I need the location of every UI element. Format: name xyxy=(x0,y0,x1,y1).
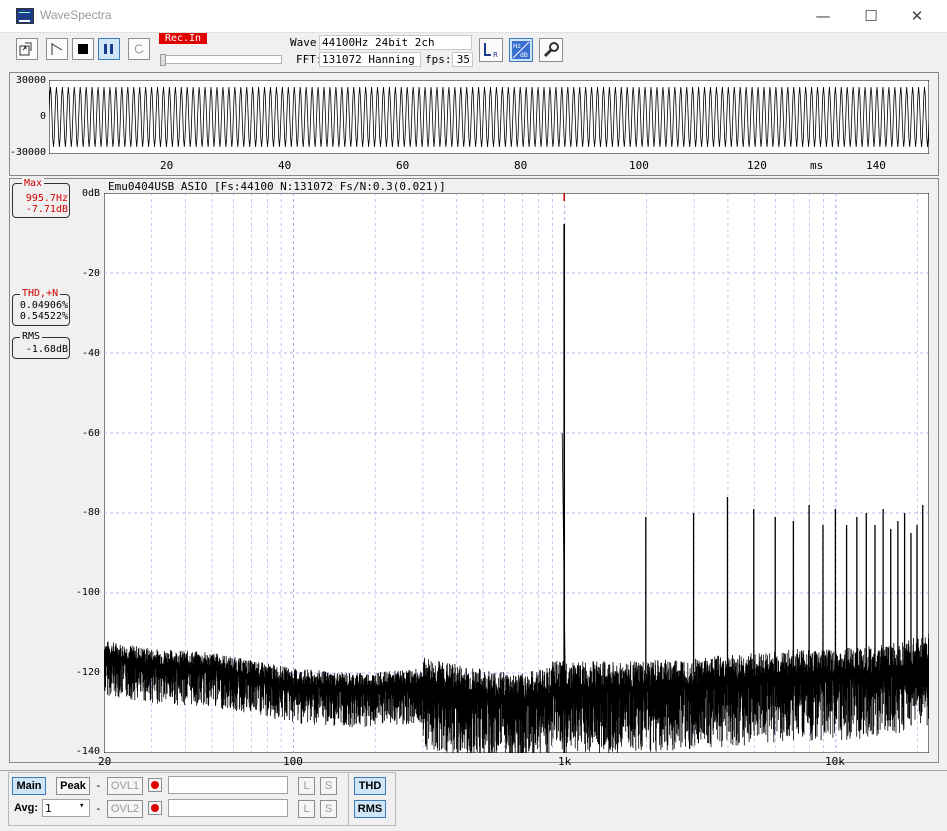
spectrum-y-label: 0dB xyxy=(81,188,100,199)
dash-separator: - xyxy=(95,779,102,792)
svg-text:dB: dB xyxy=(520,52,528,59)
record-pause-button[interactable] xyxy=(98,38,120,60)
spectrum-x-label: 100 xyxy=(283,755,303,768)
wave-y-label: 0 xyxy=(39,111,46,122)
avg-label: Avg: xyxy=(14,802,39,814)
waveform-plot xyxy=(49,80,929,154)
ovl2-name-field[interactable] xyxy=(168,799,288,817)
stop-button[interactable] xyxy=(72,38,94,60)
max-title: Max xyxy=(22,178,45,189)
wave-x-label: 60 xyxy=(396,159,410,172)
loop-icon xyxy=(134,44,144,54)
fft-settings-field: 131072 Hanning xyxy=(319,52,421,67)
wave-y-label: -30000 xyxy=(9,147,46,158)
wave-x-label: 40 xyxy=(278,159,292,172)
app-icon[interactable] xyxy=(16,8,34,24)
spectrum-y-label: -120 xyxy=(75,667,100,678)
maximize-button[interactable]: ☐ xyxy=(848,0,894,32)
ovl2-button[interactable]: OVL2 xyxy=(107,800,143,818)
rec-in-badge: Rec.In xyxy=(159,33,207,44)
peak-button[interactable]: Peak xyxy=(56,777,90,795)
avg-select[interactable]: 1 ▾ xyxy=(42,799,90,817)
ovl1-button[interactable]: OVL1 xyxy=(107,777,143,795)
lr-channel-button[interactable]: R xyxy=(479,38,503,62)
title-bar: WaveSpectra — ☐ ✕ xyxy=(0,0,947,33)
spectrum-y-label: -40 xyxy=(81,348,100,359)
spectrum-x-label: 1k xyxy=(558,755,572,768)
wave-x-label: 140 xyxy=(866,159,886,172)
dash-separator: - xyxy=(95,802,102,815)
rms-title: RMS xyxy=(20,331,43,342)
hz-db-axis-icon: Hz dB xyxy=(512,41,530,59)
ovl2-record-button[interactable] xyxy=(148,801,162,815)
play-wave-icon xyxy=(51,43,63,55)
hz-db-button[interactable]: Hz dB xyxy=(509,38,533,62)
loop-button[interactable] xyxy=(128,38,150,60)
rms-button[interactable]: RMS xyxy=(354,800,386,818)
pause-icon xyxy=(104,44,113,54)
progress-slider[interactable] xyxy=(160,55,282,64)
chevron-down-icon: ▾ xyxy=(79,801,85,811)
ovl1-load-button[interactable]: L xyxy=(298,777,315,795)
svg-text:R: R xyxy=(493,51,498,59)
ovl2-save-button[interactable]: S xyxy=(320,800,337,818)
spectrum-x-label: 20 xyxy=(98,755,112,768)
close-button[interactable]: ✕ xyxy=(894,0,940,32)
wave-x-label: 100 xyxy=(629,159,649,172)
wave-x-label: 80 xyxy=(514,159,528,172)
main-button[interactable]: Main xyxy=(12,777,46,795)
wave-y-label: 30000 xyxy=(15,75,46,86)
window-title: WaveSpectra xyxy=(40,8,112,22)
wave-x-label: 120 xyxy=(747,159,767,172)
spectrum-y-label: -100 xyxy=(75,587,100,598)
spectrum-y-label: -60 xyxy=(81,428,100,439)
play-file-button[interactable] xyxy=(46,38,68,60)
thd-title: THD,+N xyxy=(20,288,61,299)
fps-label: fps: xyxy=(425,53,452,66)
spectrum-header: Emu0404USB ASIO [Fs:44100 N:131072 Fs/N:… xyxy=(108,180,446,193)
spectrum-y-label: -140 xyxy=(75,746,100,757)
slider-thumb[interactable] xyxy=(160,54,166,66)
fps-value: 35 xyxy=(452,52,473,67)
lr-channel-icon: R xyxy=(484,43,498,59)
open-file-icon xyxy=(19,42,32,56)
thdn-value: 0.54522% xyxy=(19,311,68,322)
open-file-button[interactable] xyxy=(16,38,38,60)
avg-value: 1 xyxy=(45,802,52,815)
thd-value: 0.04906% xyxy=(19,300,68,311)
stop-icon xyxy=(78,44,88,54)
wave-x-label: 20 xyxy=(160,159,174,172)
spectrum-y-label: -20 xyxy=(81,268,100,279)
settings-button[interactable] xyxy=(539,38,563,62)
ovl1-save-button[interactable]: S xyxy=(320,777,337,795)
ovl1-name-field[interactable] xyxy=(168,776,288,794)
ovl2-load-button[interactable]: L xyxy=(298,800,315,818)
wave-format-field: 44100Hz 24bit 2ch xyxy=(319,35,472,50)
spectrum-plot xyxy=(104,193,929,753)
max-level: -7.71dB xyxy=(25,204,68,215)
minimize-button[interactable]: — xyxy=(800,0,846,32)
wrench-icon xyxy=(543,42,559,58)
spectrum-y-label: -80 xyxy=(81,507,100,518)
spectrum-x-label: 10k xyxy=(825,755,845,768)
ovl1-record-button[interactable] xyxy=(148,778,162,792)
svg-text:Hz: Hz xyxy=(513,43,521,50)
wave-x-unit: ms xyxy=(810,159,824,172)
thd-button[interactable]: THD xyxy=(354,777,386,795)
